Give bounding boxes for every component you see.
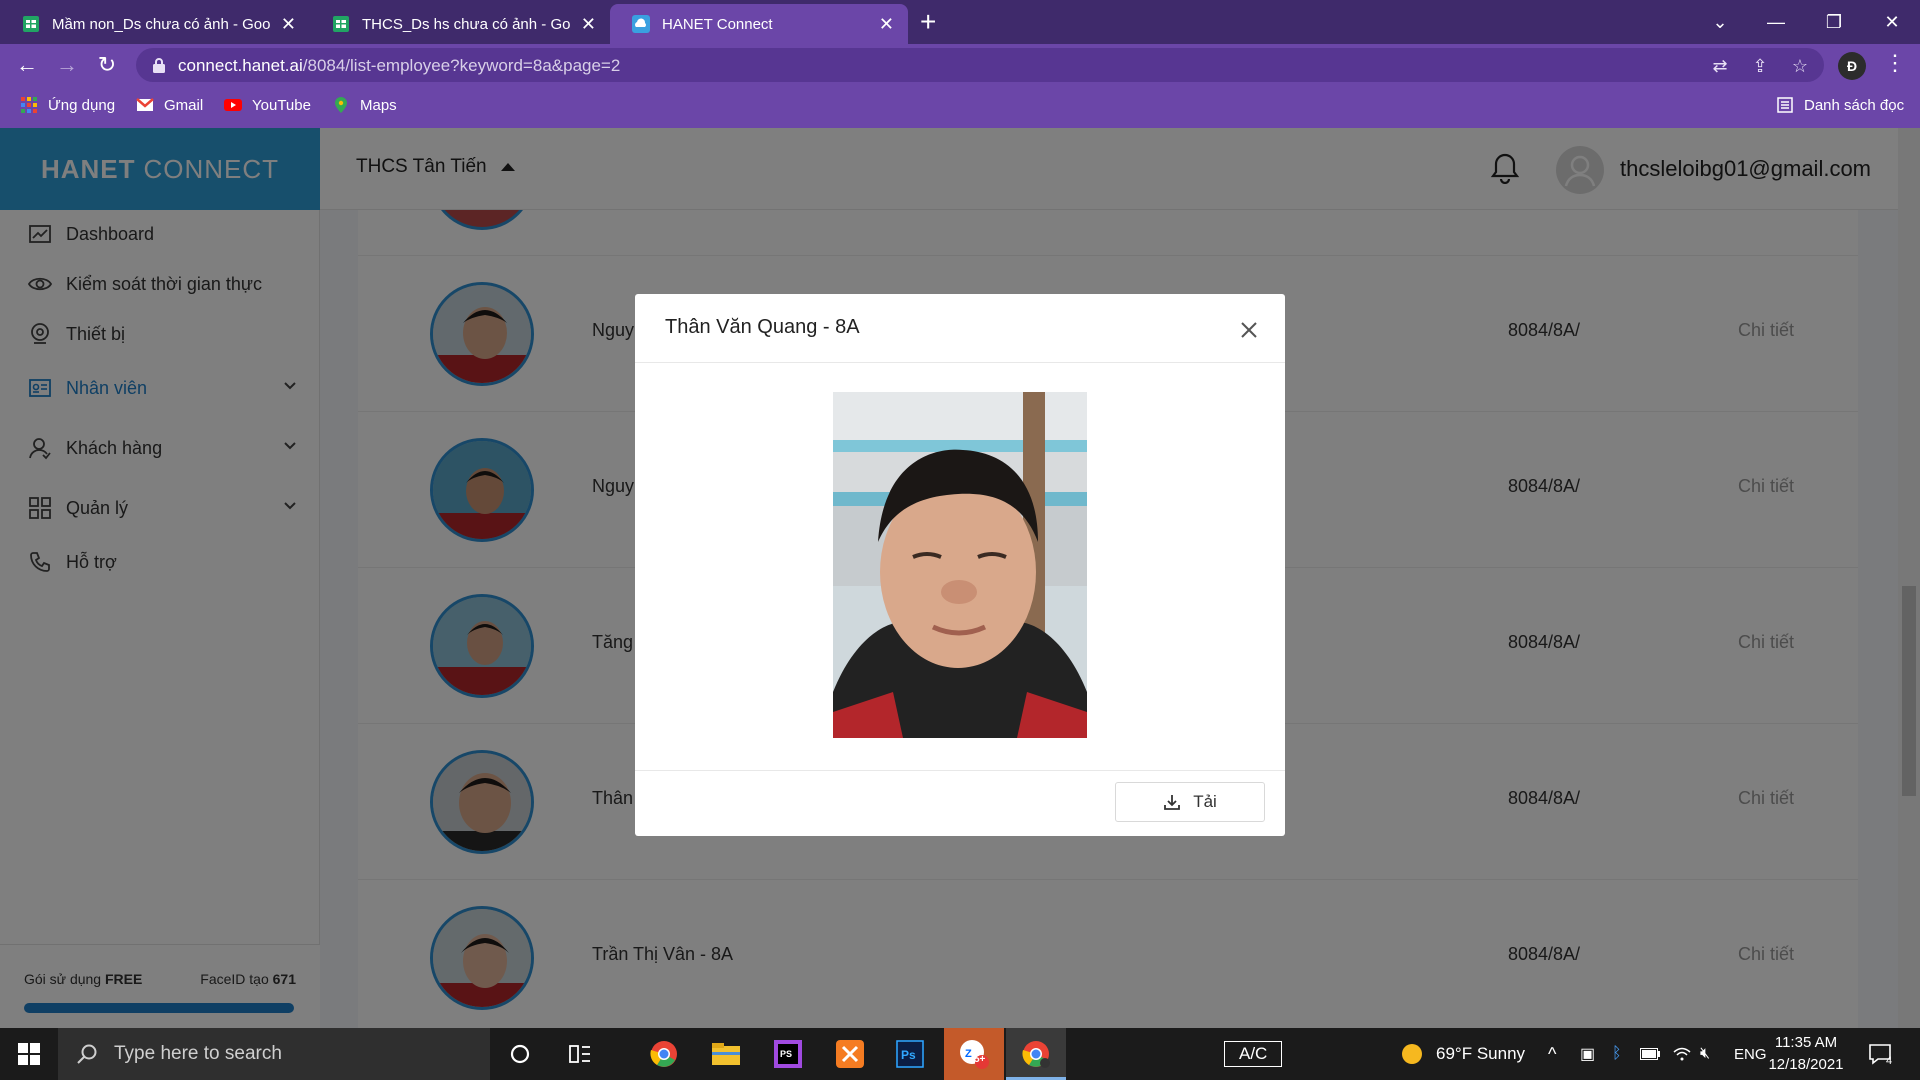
show-hidden-icons[interactable]: ^ xyxy=(1548,1028,1556,1080)
svg-text:Z: Z xyxy=(965,1048,972,1060)
lock-icon xyxy=(153,58,165,73)
search-placeholder: Type here to search xyxy=(114,1043,282,1064)
close-window-icon[interactable]: ✕ xyxy=(1864,0,1920,44)
language-indicator[interactable]: ENG xyxy=(1734,1028,1767,1080)
restore-icon[interactable]: ❐ xyxy=(1806,0,1862,44)
weather-text: 69°F Sunny xyxy=(1436,1044,1526,1063)
bookmark-youtube[interactable]: YouTube xyxy=(224,96,311,114)
sheets-icon xyxy=(23,16,39,32)
download-icon xyxy=(1164,795,1181,810)
bookmark-gmail[interactable]: Gmail xyxy=(136,96,203,114)
tab-hanet-connect[interactable]: HANET Connect ✕ xyxy=(610,4,908,44)
tab-title: HANET Connect xyxy=(662,15,773,33)
weather-widget[interactable]: 69°F Sunny xyxy=(1400,1028,1525,1080)
windows-logo-icon xyxy=(18,1043,40,1065)
zalo-badge: 5+ xyxy=(974,1054,986,1065)
gmail-icon xyxy=(136,98,154,111)
task-view-icon[interactable] xyxy=(562,1036,598,1072)
notification-count: 4 xyxy=(1886,1055,1893,1067)
reading-list[interactable]: Danh sách đọc xyxy=(1776,96,1904,114)
youtube-icon xyxy=(224,99,242,111)
keyboard-label: A/C xyxy=(1224,1041,1283,1067)
modal-title: Thân Văn Quang - 8A xyxy=(665,316,860,338)
download-label: Tải xyxy=(1193,792,1217,811)
tab-title: THCS_Ds hs chưa có ảnh - Googl xyxy=(362,15,571,33)
keyboard-indicator[interactable]: A/C xyxy=(1224,1028,1283,1080)
close-tab-icon[interactable]: ✕ xyxy=(581,14,596,35)
notifications-icon[interactable]: 4 xyxy=(1868,1028,1892,1080)
hanet-cloud-icon xyxy=(632,15,650,33)
address-bar[interactable]: connect.hanet.ai/8084/list-employee?keyw… xyxy=(136,48,1824,82)
chrome-profile-icon[interactable] xyxy=(1018,1036,1054,1072)
download-button[interactable]: Tải xyxy=(1115,782,1265,822)
search-icon xyxy=(77,1044,97,1064)
divider xyxy=(635,770,1285,771)
sheets-icon xyxy=(333,16,349,32)
reload-icon[interactable]: ↻ xyxy=(94,52,120,78)
maps-icon xyxy=(335,97,347,113)
forward-arrow-icon[interactable]: → xyxy=(54,52,80,78)
battery-icon[interactable] xyxy=(1640,1028,1660,1080)
bookmark-maps[interactable]: Maps xyxy=(332,96,397,114)
svg-text:PS: PS xyxy=(780,1049,792,1059)
student-photo xyxy=(833,392,1087,738)
url-text: connect.hanet.ai/8084/list-employee?keyw… xyxy=(178,56,620,76)
volume-muted-icon[interactable]: 🔇︎ xyxy=(1700,1028,1710,1080)
reading-list-label: Danh sách đọc xyxy=(1804,96,1905,114)
browser-tab-bar: Mầm non_Ds chưa có ảnh - Goo ✕ THCS_Ds h… xyxy=(0,0,1920,44)
wifi-icon[interactable] xyxy=(1672,1028,1692,1080)
tab-search-chevron-icon[interactable]: ⌄ xyxy=(1692,0,1748,44)
reading-list-icon xyxy=(1777,97,1793,113)
bookmarks-bar: Ứng dụng Gmail YouTube Maps Danh sách đọ… xyxy=(0,86,1920,128)
zalo-icon[interactable]: Z 5+ xyxy=(956,1036,992,1072)
bookmark-apps[interactable]: Ứng dụng xyxy=(20,96,115,114)
sun-icon xyxy=(1402,1044,1422,1064)
browser-menu-icon[interactable]: ⋮ xyxy=(1884,50,1906,76)
student-portrait xyxy=(833,392,1087,738)
bookmark-star-icon[interactable]: ☆ xyxy=(1790,56,1810,76)
taskbar-search[interactable]: Type here to search xyxy=(58,1028,490,1080)
clock-date: 12/18/2021 xyxy=(1768,1056,1844,1073)
translate-icon[interactable]: ⇄ xyxy=(1710,56,1730,76)
bookmark-label: YouTube xyxy=(252,96,311,114)
photo-modal: Thân Văn Quang - 8A Tải xyxy=(635,294,1285,836)
device-icon[interactable]: ▣ xyxy=(1580,1028,1595,1080)
tab-title: Mầm non_Ds chưa có ảnh - Goo xyxy=(52,15,271,33)
close-tab-icon[interactable]: ✕ xyxy=(281,14,296,35)
clock-time: 11:35 AM xyxy=(1774,1034,1838,1051)
clock[interactable]: 11:35 AM 12/18/2021 xyxy=(1766,1032,1846,1076)
photoshop-icon[interactable]: Ps xyxy=(892,1036,928,1072)
windows-taskbar: Type here to search PS Ps Z 5+ A/C 69°F … xyxy=(0,1028,1920,1080)
url-path: /8084/list-employee?keyword=8a&page=2 xyxy=(302,56,621,75)
bluetooth-icon[interactable]: ᛒ xyxy=(1612,1028,1622,1080)
new-tab-button[interactable]: + xyxy=(920,6,936,38)
profile-avatar[interactable]: Đ xyxy=(1838,52,1866,80)
file-explorer-icon[interactable] xyxy=(708,1036,744,1072)
apps-grid-icon xyxy=(21,97,37,113)
svg-text:Ps: Ps xyxy=(901,1048,916,1062)
tab-mam-non-sheet[interactable]: Mầm non_Ds chưa có ảnh - Goo ✕ xyxy=(0,4,310,44)
bookmark-label: Gmail xyxy=(164,96,204,114)
cortana-icon[interactable] xyxy=(502,1036,538,1072)
browser-toolbar: ← → ↻ connect.hanet.ai/8084/list-employe… xyxy=(0,44,1920,86)
bookmark-label: Maps xyxy=(360,96,397,114)
back-arrow-icon[interactable]: ← xyxy=(14,52,40,78)
minimize-icon[interactable]: — xyxy=(1748,0,1804,44)
phpstorm-icon[interactable]: PS xyxy=(770,1036,806,1072)
close-icon[interactable] xyxy=(1239,320,1259,340)
bookmark-label: Ứng dụng xyxy=(48,96,116,114)
chrome-icon[interactable] xyxy=(646,1036,682,1072)
share-icon[interactable]: ⇪ xyxy=(1750,56,1770,76)
xampp-icon[interactable] xyxy=(832,1036,868,1072)
url-host: connect.hanet.ai xyxy=(178,56,303,75)
divider xyxy=(635,362,1285,363)
windows-start-icon[interactable] xyxy=(0,1028,58,1080)
tab-thcs-sheet[interactable]: THCS_Ds hs chưa có ảnh - Googl ✕ xyxy=(310,4,610,44)
close-tab-icon[interactable]: ✕ xyxy=(879,14,894,35)
